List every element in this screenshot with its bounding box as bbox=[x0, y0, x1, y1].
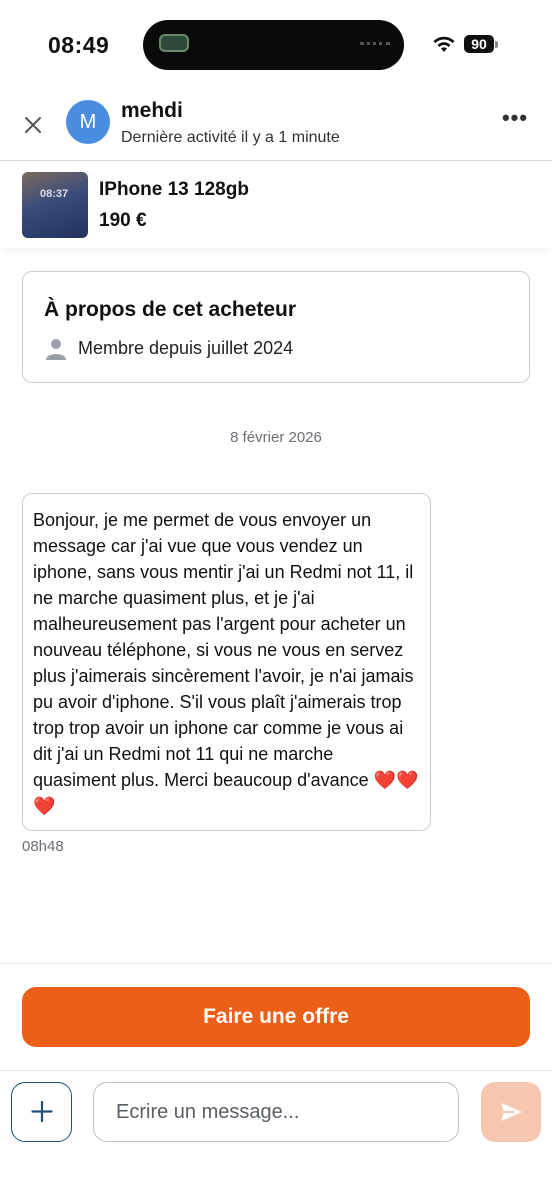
live-activity-icon bbox=[159, 34, 189, 52]
member-since: Membre depuis juillet 2024 bbox=[78, 338, 294, 358]
product-title[interactable]: IPhone 13 128gb bbox=[99, 179, 249, 201]
close-icon[interactable] bbox=[18, 110, 48, 140]
battery-indicator: 90 bbox=[464, 35, 494, 53]
status-bar: 08:49 90 bbox=[0, 0, 552, 90]
avatar[interactable]: M bbox=[66, 100, 110, 144]
plus-icon bbox=[30, 1100, 53, 1123]
divider bbox=[0, 1070, 552, 1071]
more-options-icon[interactable]: ••• bbox=[500, 107, 530, 132]
status-time: 08:49 bbox=[48, 32, 110, 58]
user-name[interactable]: mehdi bbox=[121, 99, 183, 123]
chat-screen: 08:49 90 M mehdi Dernière activité il y … bbox=[0, 0, 552, 1200]
product-image[interactable]: 08:37 bbox=[22, 172, 88, 238]
island-indicator-icon bbox=[360, 42, 390, 46]
send-button[interactable] bbox=[481, 1082, 541, 1142]
about-buyer-card: À propos de cet acheteur Membre depuis j… bbox=[22, 271, 530, 383]
send-icon bbox=[501, 1103, 522, 1121]
about-buyer-title: À propos de cet acheteur bbox=[44, 298, 297, 321]
last-activity: Dernière activité il y a 1 minute bbox=[121, 129, 340, 146]
person-icon bbox=[46, 339, 66, 360]
battery-nub bbox=[495, 41, 498, 48]
message-bubble: Bonjour, je me permet de vous envoyer un… bbox=[22, 493, 431, 831]
date-separator: 8 février 2026 bbox=[230, 429, 322, 446]
wifi-icon bbox=[433, 36, 455, 52]
add-attachment-button[interactable] bbox=[11, 1082, 72, 1142]
product-price: 190 € bbox=[99, 210, 147, 231]
message-input[interactable] bbox=[93, 1082, 459, 1142]
message-time: 08h48 bbox=[22, 838, 64, 855]
divider bbox=[0, 963, 552, 964]
make-offer-button[interactable]: Faire une offre bbox=[22, 987, 530, 1047]
product-summary[interactable]: 08:37 IPhone 13 128gb 190 € bbox=[0, 162, 552, 248]
dynamic-island bbox=[143, 20, 404, 70]
chat-header: M mehdi Dernière activité il y a 1 minut… bbox=[0, 90, 552, 161]
product-image-clock: 08:37 bbox=[40, 188, 69, 200]
